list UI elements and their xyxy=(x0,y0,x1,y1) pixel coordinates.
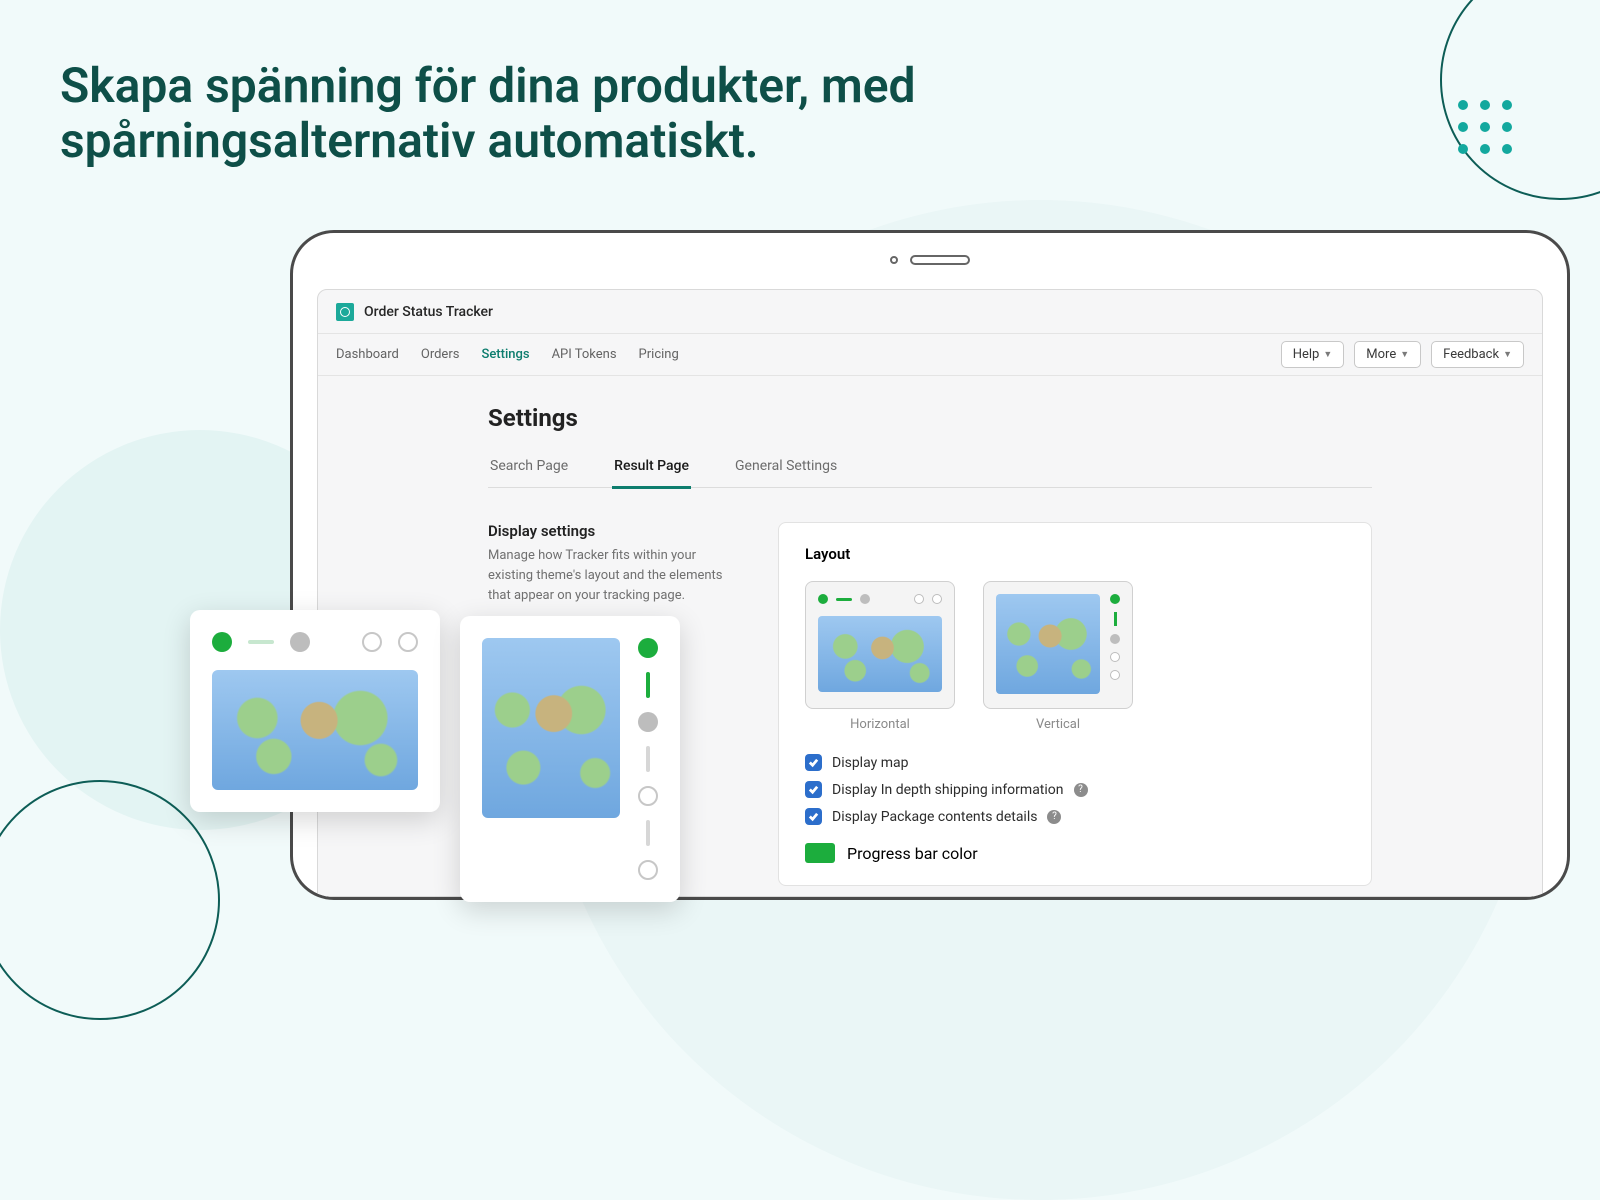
chevron-down-icon: ▼ xyxy=(1400,349,1409,360)
map-thumbnail-icon xyxy=(818,616,942,692)
display-settings-desc: Manage how Tracker fits within your exis… xyxy=(488,546,738,606)
app-nav: Dashboard Orders Settings API Tokens Pri… xyxy=(318,334,1542,376)
layout-vertical-label: Vertical xyxy=(983,717,1133,732)
nav-settings[interactable]: Settings xyxy=(481,347,529,362)
preview-card-horizontal xyxy=(190,610,440,812)
chevron-down-icon: ▼ xyxy=(1503,349,1512,360)
feedback-button[interactable]: Feedback ▼ xyxy=(1431,341,1524,368)
more-label: More xyxy=(1366,347,1396,362)
checkbox-display-package[interactable] xyxy=(805,808,822,825)
map-thumbnail-icon xyxy=(996,594,1100,694)
info-icon[interactable]: ? xyxy=(1074,783,1088,797)
tab-search-page[interactable]: Search Page xyxy=(488,450,570,487)
progress-color-label: Progress bar color xyxy=(847,844,978,863)
checkbox-display-map[interactable] xyxy=(805,754,822,771)
progress-color-swatch[interactable] xyxy=(805,843,835,863)
info-icon[interactable]: ? xyxy=(1047,810,1061,824)
label-display-shipping: Display In depth shipping information xyxy=(832,782,1064,798)
app-logo-icon xyxy=(336,303,354,321)
help-button[interactable]: Help ▼ xyxy=(1281,341,1345,368)
more-button[interactable]: More ▼ xyxy=(1354,341,1421,368)
tab-result-page[interactable]: Result Page xyxy=(612,450,691,489)
layout-option-vertical[interactable] xyxy=(983,581,1133,709)
help-label: Help xyxy=(1293,347,1320,362)
mini-progress-vertical xyxy=(1110,594,1120,696)
app-header: Order Status Tracker xyxy=(318,290,1542,334)
nav-dashboard[interactable]: Dashboard xyxy=(336,347,399,362)
map-thumbnail-icon xyxy=(482,638,620,818)
preview-progress-vertical xyxy=(638,638,658,880)
nav-api-tokens[interactable]: API Tokens xyxy=(552,347,617,362)
display-settings-title: Display settings xyxy=(488,522,738,540)
map-thumbnail-icon xyxy=(212,670,418,790)
nav-pricing[interactable]: Pricing xyxy=(639,347,679,362)
page-title: Settings xyxy=(488,404,1372,432)
feedback-label: Feedback xyxy=(1443,347,1499,362)
app-title: Order Status Tracker xyxy=(364,304,493,320)
layout-title: Layout xyxy=(805,545,1345,563)
settings-subtabs: Search Page Result Page General Settings xyxy=(488,450,1372,488)
marketing-headline: Skapa spänning för dina produkter, med s… xyxy=(60,58,1000,168)
mini-progress-horizontal xyxy=(818,594,942,604)
label-display-package: Display Package contents details xyxy=(832,809,1037,825)
label-display-map: Display map xyxy=(832,755,908,771)
tab-general-settings[interactable]: General Settings xyxy=(733,450,839,487)
tablet-camera xyxy=(890,255,970,265)
preview-progress-horizontal xyxy=(212,632,418,652)
deco-dot-grid xyxy=(1458,100,1512,154)
chevron-down-icon: ▼ xyxy=(1323,349,1332,360)
checkbox-display-shipping[interactable] xyxy=(805,781,822,798)
nav-orders[interactable]: Orders xyxy=(421,347,460,362)
layout-horizontal-label: Horizontal xyxy=(805,717,955,732)
layout-option-horizontal[interactable] xyxy=(805,581,955,709)
preview-card-vertical xyxy=(460,616,680,902)
layout-card: Layout xyxy=(778,522,1372,886)
